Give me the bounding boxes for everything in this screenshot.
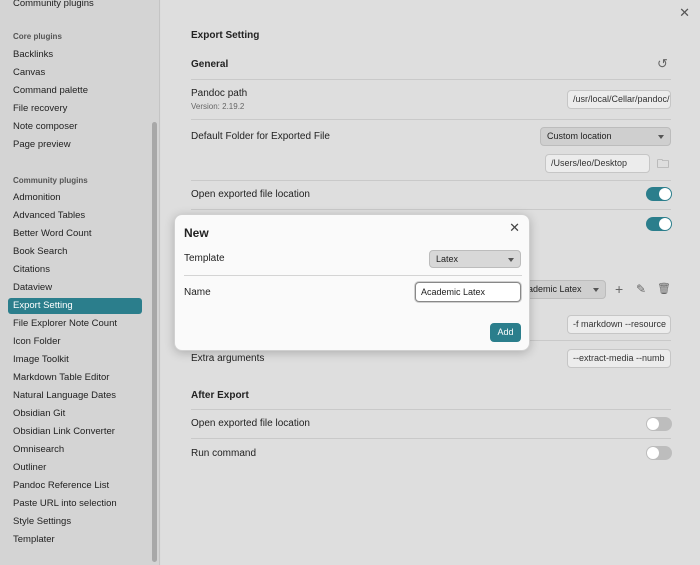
- settings-sidebar: Community plugins Core plugins Backlinks…: [0, 0, 160, 565]
- general-heading: General: [191, 59, 229, 70]
- page-title: Export Setting: [191, 30, 260, 41]
- new-template-modal: New ✕ Template Latex Name Academic Latex…: [174, 214, 530, 351]
- divider: [191, 438, 671, 439]
- sidebar-item-file-explorer-note-count[interactable]: File Explorer Note Count: [8, 316, 142, 332]
- arguments-input[interactable]: -f markdown --resource: [567, 315, 671, 334]
- sidebar-item-export-setting[interactable]: Export Setting: [8, 298, 142, 314]
- divider: [191, 180, 671, 181]
- toggle-knob: [659, 188, 671, 200]
- sidebar-item-dataview[interactable]: Dataview: [8, 280, 142, 296]
- toggle-knob: [647, 447, 659, 459]
- sidebar-item-citations[interactable]: Citations: [8, 262, 142, 278]
- setting-toggle[interactable]: [646, 217, 672, 231]
- template-select-value: Latex: [436, 254, 459, 264]
- reset-icon[interactable]: ↺: [657, 56, 668, 72]
- export-template-select[interactable]: ademic Latex: [521, 280, 606, 299]
- sidebar-item-book-search[interactable]: Book Search: [8, 244, 142, 260]
- default-folder-label: Default Folder for Exported File: [191, 131, 330, 142]
- sidebar-item-note-composer[interactable]: Note composer: [8, 119, 142, 135]
- sidebar-item-obsidian-git[interactable]: Obsidian Git: [8, 406, 142, 422]
- toggle-knob: [647, 418, 659, 430]
- delete-icon[interactable]: 🗑: [657, 282, 671, 295]
- sidebar-item-outliner[interactable]: Outliner: [8, 460, 142, 476]
- folder-icon[interactable]: 🗀: [657, 155, 669, 176]
- after-export-heading: After Export: [191, 390, 249, 401]
- divider: [191, 409, 671, 410]
- default-folder-select[interactable]: Custom location: [540, 127, 671, 146]
- sidebar-item-better-word-count[interactable]: Better Word Count: [8, 226, 142, 242]
- sidebar-item-natural-language-dates[interactable]: Natural Language Dates: [8, 388, 142, 404]
- open-exported-label: Open exported file location: [191, 189, 310, 200]
- sidebar-item-command-palette[interactable]: Command palette: [8, 83, 142, 99]
- add-icon[interactable]: +: [615, 281, 623, 297]
- open-exported-toggle[interactable]: [646, 187, 672, 201]
- sidebar-item-backlinks[interactable]: Backlinks: [8, 47, 142, 63]
- close-icon[interactable]: ✕: [509, 220, 520, 236]
- after-open-exported-toggle[interactable]: [646, 417, 672, 431]
- divider: [184, 275, 522, 276]
- sidebar-scrollbar-thumb[interactable]: [152, 122, 157, 562]
- pandoc-path-input[interactable]: /usr/local/Cellar/pandoc/: [567, 90, 671, 109]
- sidebar-item-markdown-table-editor[interactable]: Markdown Table Editor: [8, 370, 142, 386]
- export-template-select-value: ademic Latex: [528, 284, 582, 294]
- run-command-toggle[interactable]: [646, 446, 672, 460]
- sidebar-item-obsidian-link-converter[interactable]: Obsidian Link Converter: [8, 424, 142, 440]
- sidebar-item-omnisearch[interactable]: Omnisearch: [8, 442, 142, 458]
- default-folder-select-value: Custom location: [547, 131, 612, 141]
- pandoc-path-label: Pandoc path: [191, 88, 248, 99]
- core-plugins-heading: Core plugins: [13, 32, 62, 41]
- sidebar-item-advanced-tables[interactable]: Advanced Tables: [8, 208, 142, 224]
- close-icon[interactable]: ✕: [679, 5, 690, 21]
- sidebar-item-canvas[interactable]: Canvas: [8, 65, 142, 81]
- divider: [191, 79, 671, 80]
- community-plugins-heading: Community plugins: [13, 176, 88, 185]
- template-select[interactable]: Latex: [429, 250, 521, 268]
- sidebar-item-templater[interactable]: Templater: [8, 532, 142, 548]
- template-label: Template: [184, 253, 225, 264]
- sidebar-item-icon-folder[interactable]: Icon Folder: [8, 334, 142, 350]
- name-label: Name: [184, 287, 211, 298]
- edit-icon[interactable]: ✎: [636, 282, 646, 296]
- divider: [191, 209, 671, 210]
- add-button[interactable]: Add: [490, 323, 521, 342]
- modal-title: New: [184, 226, 209, 240]
- run-command-label: Run command: [191, 448, 257, 459]
- sidebar-item-paste-url[interactable]: Paste URL into selection: [8, 496, 142, 512]
- chevron-down-icon: [658, 135, 664, 139]
- chevron-down-icon: [593, 288, 599, 292]
- after-open-exported-label: Open exported file location: [191, 418, 310, 429]
- pandoc-version: Version: 2.19.2: [191, 102, 245, 111]
- extra-arguments-input[interactable]: --extract-media --numb: [567, 349, 671, 368]
- name-input[interactable]: Academic Latex: [415, 282, 521, 302]
- sidebar-item-image-toolkit[interactable]: Image Toolkit: [8, 352, 142, 368]
- toggle-knob: [659, 218, 671, 230]
- custom-folder-input[interactable]: /Users/leo/Desktop: [545, 154, 650, 173]
- sidebar-item-page-preview[interactable]: Page preview: [8, 137, 142, 153]
- extra-arguments-label: Extra arguments: [191, 353, 265, 364]
- divider: [191, 119, 671, 120]
- sidebar-item-admonition[interactable]: Admonition: [8, 190, 142, 206]
- sidebar-item-community-plugins[interactable]: Community plugins: [8, 0, 142, 12]
- chevron-down-icon: [508, 258, 514, 262]
- sidebar-item-file-recovery[interactable]: File recovery: [8, 101, 142, 117]
- sidebar-item-pandoc-reference-list[interactable]: Pandoc Reference List: [8, 478, 142, 494]
- sidebar-item-style-settings[interactable]: Style Settings: [8, 514, 142, 530]
